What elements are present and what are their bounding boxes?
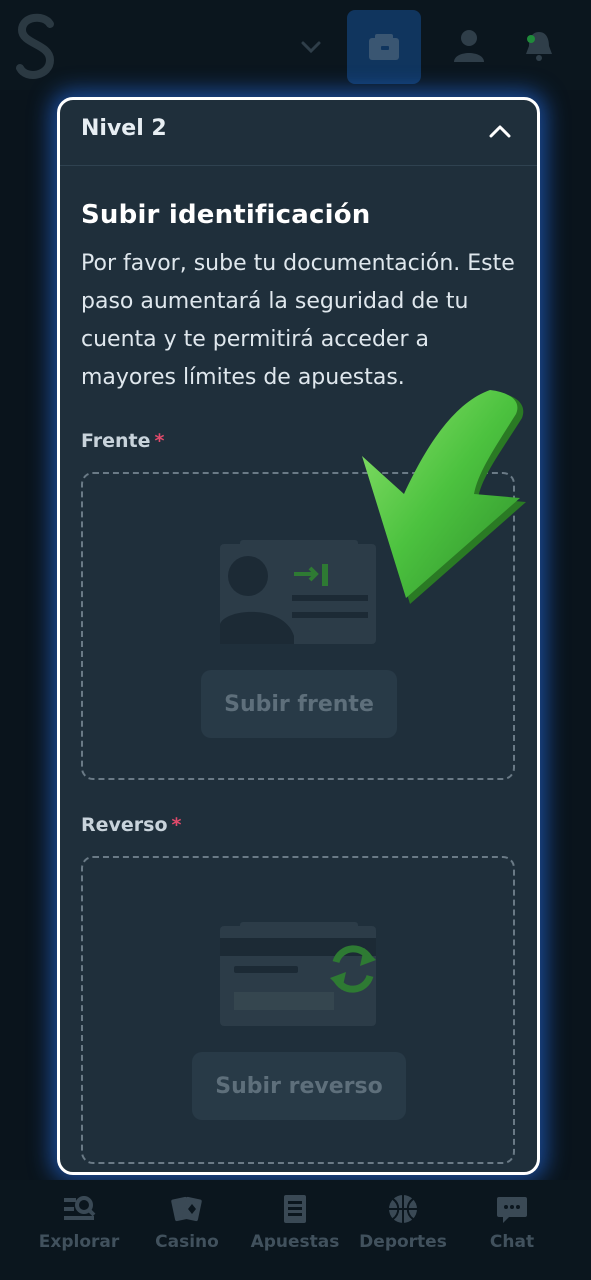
brand-logo-icon[interactable] xyxy=(14,10,60,82)
nav-label-apuestas: Apuestas xyxy=(250,1232,340,1252)
section-description: Por favor, sube tu documentación. Este p… xyxy=(81,251,515,390)
nav-item-casino[interactable]: Casino xyxy=(137,1194,237,1252)
id-card-back-icon xyxy=(220,922,376,1026)
verification-card: Nivel 2 Subir identificación Por favor, … xyxy=(57,97,540,1175)
nav-item-deportes[interactable]: Deportes xyxy=(353,1194,453,1252)
nav-item-chat[interactable]: Chat xyxy=(462,1194,562,1252)
explore-icon xyxy=(64,1196,96,1220)
wallet-icon xyxy=(369,34,399,60)
id-card-front-icon xyxy=(220,540,376,644)
nav-item-apuestas[interactable]: Apuestas xyxy=(245,1194,345,1252)
required-mark: * xyxy=(154,430,165,452)
basketball-icon xyxy=(389,1195,417,1223)
chat-icon xyxy=(497,1197,527,1223)
bottom-navigation: Explorar Casino Apuestas Deportes Chat xyxy=(0,1180,591,1280)
level-header[interactable]: Nivel 2 xyxy=(60,100,537,166)
front-label: Frente * xyxy=(81,430,164,452)
chevron-down-icon[interactable] xyxy=(298,34,324,60)
betslip-icon xyxy=(284,1195,306,1223)
nav-label-casino: Casino xyxy=(155,1232,219,1252)
top-bar xyxy=(0,0,591,90)
back-label: Reverso * xyxy=(81,814,181,836)
user-icon[interactable] xyxy=(452,28,486,62)
green-arrow-pointer-icon xyxy=(362,390,526,604)
bell-icon[interactable] xyxy=(522,28,556,62)
wallet-button[interactable] xyxy=(347,10,421,84)
chevron-up-icon[interactable] xyxy=(487,120,513,142)
level-title: Nivel 2 xyxy=(81,116,167,141)
back-label-text: Reverso xyxy=(81,814,168,836)
section-title: Subir identificación xyxy=(81,200,371,230)
nav-item-explorar[interactable]: Explorar xyxy=(29,1194,129,1252)
nav-label-deportes: Deportes xyxy=(359,1232,447,1252)
upload-back-button[interactable]: Subir reverso xyxy=(192,1052,406,1120)
cards-icon xyxy=(171,1196,202,1222)
nav-label-chat: Chat xyxy=(489,1232,535,1252)
front-label-text: Frente xyxy=(81,430,151,452)
nav-label-explorar: Explorar xyxy=(38,1232,120,1252)
upload-front-button[interactable]: Subir frente xyxy=(201,670,397,738)
required-mark: * xyxy=(171,814,182,836)
back-dropzone[interactable]: Subir reverso xyxy=(81,856,515,1164)
